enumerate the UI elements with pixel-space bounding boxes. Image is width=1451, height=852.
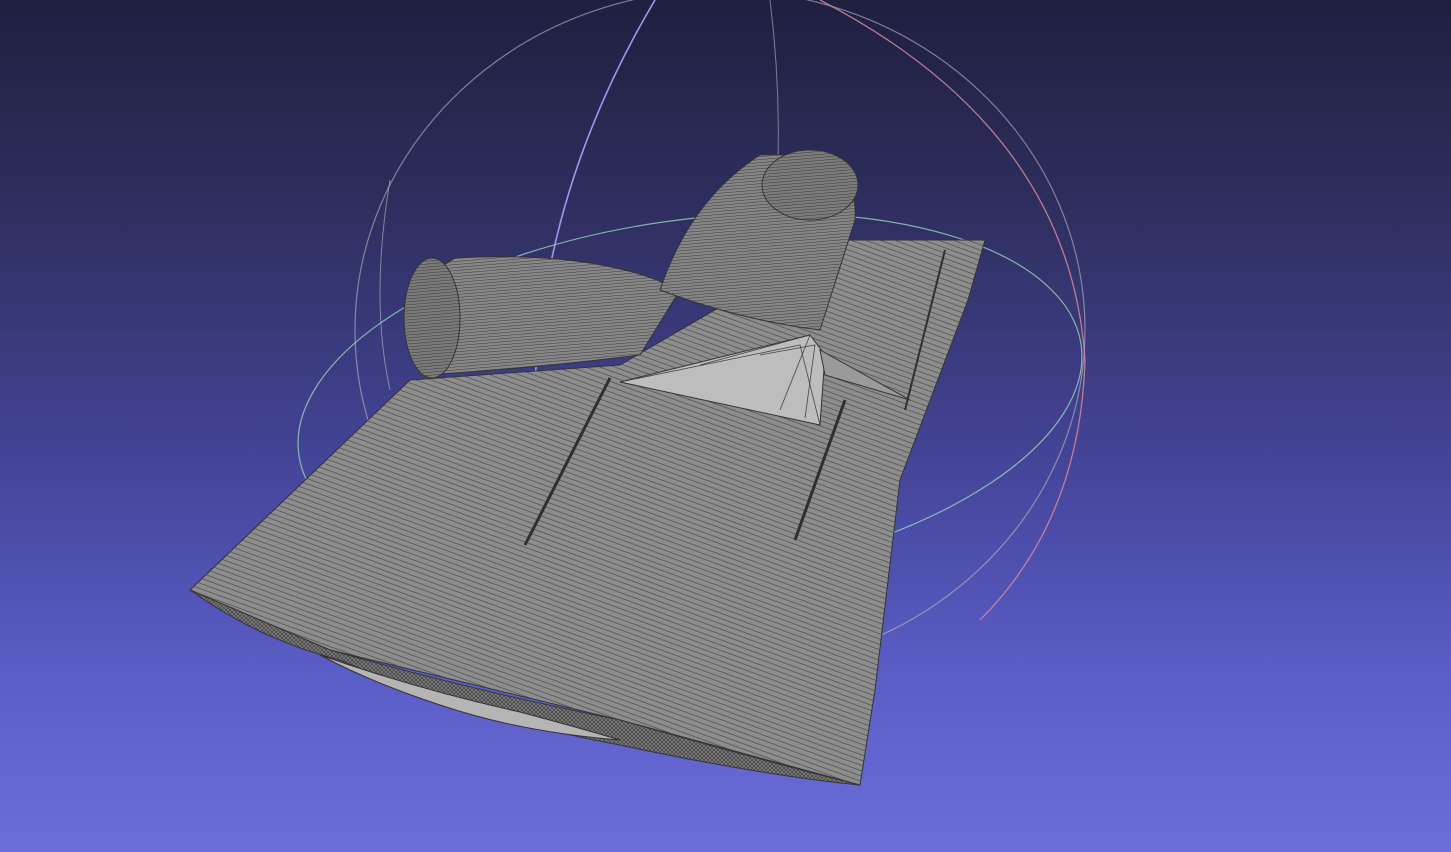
nacelle-right <box>659 149 859 331</box>
trackball-top-arc <box>769 0 779 161</box>
3d-viewport[interactable] <box>0 0 1451 852</box>
trackball-meridian <box>379 179 391 391</box>
mesh-model[interactable] <box>189 149 986 786</box>
render-canvas[interactable] <box>0 0 1451 852</box>
